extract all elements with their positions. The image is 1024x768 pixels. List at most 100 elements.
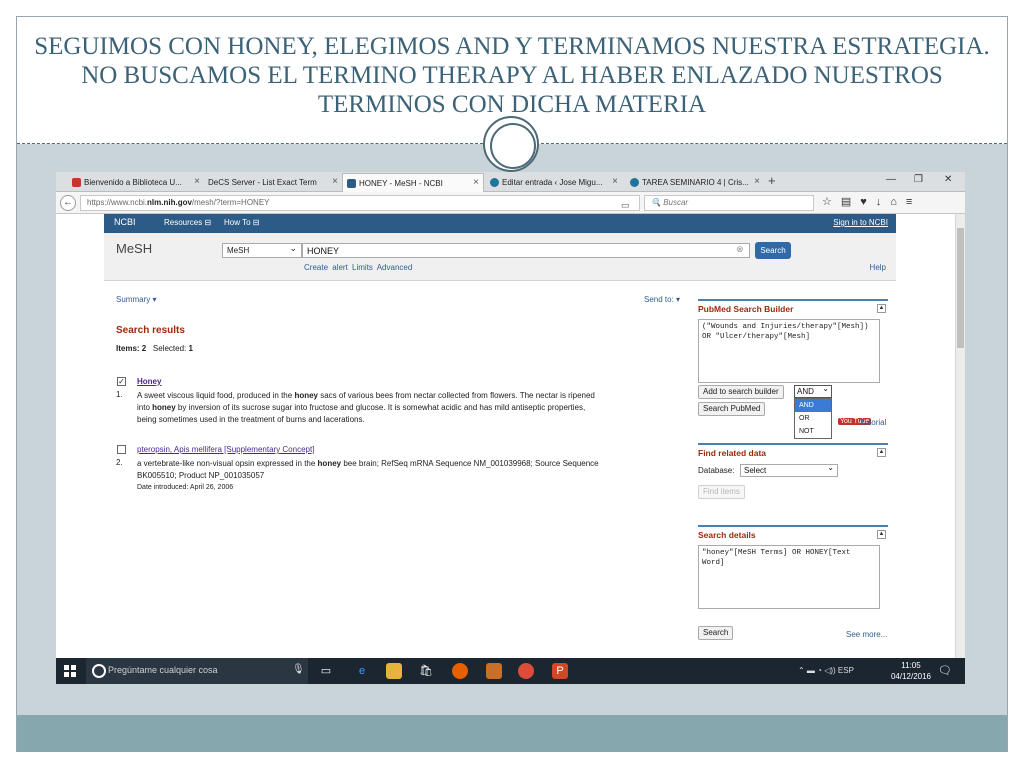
operator-option-or[interactable]: OR	[795, 412, 831, 425]
close-icon[interactable]: ×	[754, 176, 760, 187]
new-tab-icon[interactable]: +	[768, 173, 776, 188]
result-checkbox[interactable]: ✓	[117, 377, 126, 386]
howto-menu[interactable]: How To ⊟	[224, 218, 259, 227]
language-indicator[interactable]: ESP	[838, 666, 854, 675]
reader-view-icon[interactable]: ▭	[621, 200, 630, 211]
details-search-button[interactable]: Search	[698, 626, 734, 640]
operator-select[interactable]: AND	[794, 384, 832, 398]
database-title: MeSH	[116, 241, 153, 256]
system-clock[interactable]: 11:05 04/12/2016	[888, 660, 934, 682]
find-items-button[interactable]: Find items	[698, 485, 745, 499]
description-line: A sweet viscous liquid food, produced in…	[137, 391, 595, 400]
ncbi-icon	[347, 178, 356, 188]
close-icon[interactable]: ×	[194, 176, 200, 187]
search-builder-heading: PubMed Search Builder ▲	[698, 299, 888, 314]
ncbi-logo[interactable]: NCBI	[114, 217, 136, 227]
close-icon[interactable]: ×	[473, 177, 479, 188]
library-icon	[72, 178, 81, 187]
close-icon[interactable]: ×	[332, 176, 338, 187]
edge-icon[interactable]: e	[354, 663, 370, 679]
description-line: BK005510; Product NP_001035057	[137, 471, 265, 480]
window-close-icon[interactable]: ✕	[944, 174, 952, 185]
search-details-textarea[interactable]: "honey"[MeSH Terms] OR HONEY[Text Word]	[698, 545, 880, 609]
chrome-icon[interactable]	[518, 663, 534, 679]
file-explorer-icon[interactable]	[386, 663, 402, 679]
tab-label: Bienvenido a Biblioteca U...	[84, 178, 182, 187]
search-pubmed-button[interactable]: Search PubMed	[698, 402, 766, 416]
slide-footer-band	[17, 715, 1007, 752]
restore-icon[interactable]: ❐	[914, 174, 923, 185]
address-bar[interactable]: https://www.ncbi.nlm.nih.gov/mesh/?term=…	[80, 195, 655, 211]
clock-time: 11:05	[901, 661, 921, 670]
search-builder-textarea[interactable]: ("Wounds and Injuries/therapy"[Mesh]) OR…	[698, 319, 880, 383]
system-tray[interactable]: ⌃ ▬ ◔ ◁)) ESP	[798, 666, 854, 675]
selected-label: Selected:	[152, 344, 187, 353]
result-title-link[interactable]: Honey	[137, 377, 161, 386]
database-select[interactable]: MeSH	[222, 243, 302, 258]
operator-option-not[interactable]: NOT	[795, 425, 831, 438]
operator-option-and[interactable]: AND	[795, 399, 831, 412]
summary-format-menu[interactable]: Summary ▾	[116, 295, 156, 304]
microphone-icon[interactable]: 🎙	[292, 664, 305, 675]
tab-editar-entrada[interactable]: Editar entrada ‹ Jose Migu... ×	[486, 173, 622, 192]
collapse-icon[interactable]: ▲	[877, 530, 886, 539]
search-results-heading: Search results	[116, 325, 185, 336]
description-line: being sometimes used in the treatment of…	[137, 415, 365, 424]
browser-search-box[interactable]: 🔍 Buscar	[644, 195, 814, 211]
search-button[interactable]: Search	[755, 242, 791, 259]
windows-taskbar: Pregúntame cualquier cosa 🎙 ▭ e 🛍 P ⌃ ▬ …	[56, 658, 965, 684]
operator-dropdown: AND OR NOT	[794, 398, 832, 439]
advanced-link[interactable]: Advanced	[377, 263, 413, 272]
search-term-input[interactable]: HONEY	[302, 243, 750, 258]
result-checkbox[interactable]	[117, 445, 126, 454]
result-title-link[interactable]: pteropsin, Apis mellifera [Supplementary…	[137, 445, 314, 454]
panel-title: Find related data	[698, 448, 767, 458]
right-sidebar: PubMed Search Builder ▲ ("Wounds and Inj…	[696, 281, 890, 658]
windows-start-icon[interactable]	[64, 665, 76, 677]
back-arrow-icon[interactable]: ←	[60, 195, 76, 211]
related-data-heading: Find related data ▲	[698, 443, 888, 458]
clock-date: 04/12/2016	[890, 672, 932, 681]
see-more-link[interactable]: See more...	[846, 630, 887, 639]
collapse-icon[interactable]: ▲	[877, 448, 886, 457]
tab-decs[interactable]: DeCS Server - List Exact Term ×	[204, 173, 342, 192]
sign-in-link[interactable]: Sign in to NCBI	[833, 218, 888, 227]
related-database-select[interactable]: Select	[740, 463, 838, 477]
selected-count: 1	[188, 344, 193, 353]
tab-biblioteca[interactable]: Bienvenido a Biblioteca U... ×	[68, 173, 204, 192]
browser-screenshot: Bienvenido a Biblioteca U... × DeCS Serv…	[56, 172, 965, 684]
tab-label: Editar entrada ‹ Jose Migu...	[502, 178, 603, 187]
send-to-menu[interactable]: Send to: ▾	[644, 295, 680, 304]
clear-icon[interactable]: ⊗	[736, 244, 744, 255]
help-link[interactable]: Help	[870, 263, 886, 272]
app-icon[interactable]	[486, 663, 502, 679]
powerpoint-icon[interactable]: P	[552, 663, 568, 679]
create-alert-link[interactable]: Create alert	[304, 263, 348, 272]
tutorial-link[interactable]: Tutorial	[860, 418, 886, 427]
scrollbar-thumb[interactable]	[957, 228, 964, 348]
firefox-icon[interactable]	[452, 663, 468, 679]
task-view-icon[interactable]: ▭	[318, 663, 334, 679]
result-number: 2.	[116, 458, 123, 467]
collapse-icon[interactable]: ▲	[877, 304, 886, 313]
cortana-search-box[interactable]: Pregúntame cualquier cosa	[86, 658, 308, 684]
description-line: a vertebrate-like non-visual opsin expre…	[137, 459, 599, 468]
result-description: a vertebrate-like non-visual opsin expre…	[137, 458, 697, 482]
tab-honey-mesh[interactable]: HONEY - MeSH - NCBI ×	[342, 173, 484, 192]
tab-tarea-seminario[interactable]: TAREA SEMINARIO 4 | Cris... ×	[626, 173, 764, 192]
store-icon[interactable]: 🛍	[418, 663, 434, 679]
add-to-search-builder-button[interactable]: Add to search builder	[698, 385, 784, 399]
ncbi-top-bar: NCBI Resources ⊟ How To ⊟ Sign in to NCB…	[104, 214, 896, 233]
page-scrollbar[interactable]	[955, 214, 965, 658]
resources-menu[interactable]: Resources ⊟	[164, 218, 211, 227]
toolbar-icons[interactable]: ☆▤♥↓⌂≡	[822, 195, 921, 208]
close-icon[interactable]: ×	[612, 176, 618, 187]
search-sub-links: Create alert Limits Advanced	[304, 263, 412, 272]
tab-label: HONEY - MeSH - NCBI	[359, 178, 443, 188]
date-introduced: Date introduced: April 26, 2006	[137, 484, 234, 491]
notification-icon[interactable]: 🗨	[938, 664, 952, 677]
slide-divider-right	[541, 143, 1007, 144]
limits-link[interactable]: Limits	[352, 263, 373, 272]
minimize-icon[interactable]: —	[886, 174, 896, 185]
result-description: A sweet viscous liquid food, produced in…	[137, 390, 697, 426]
